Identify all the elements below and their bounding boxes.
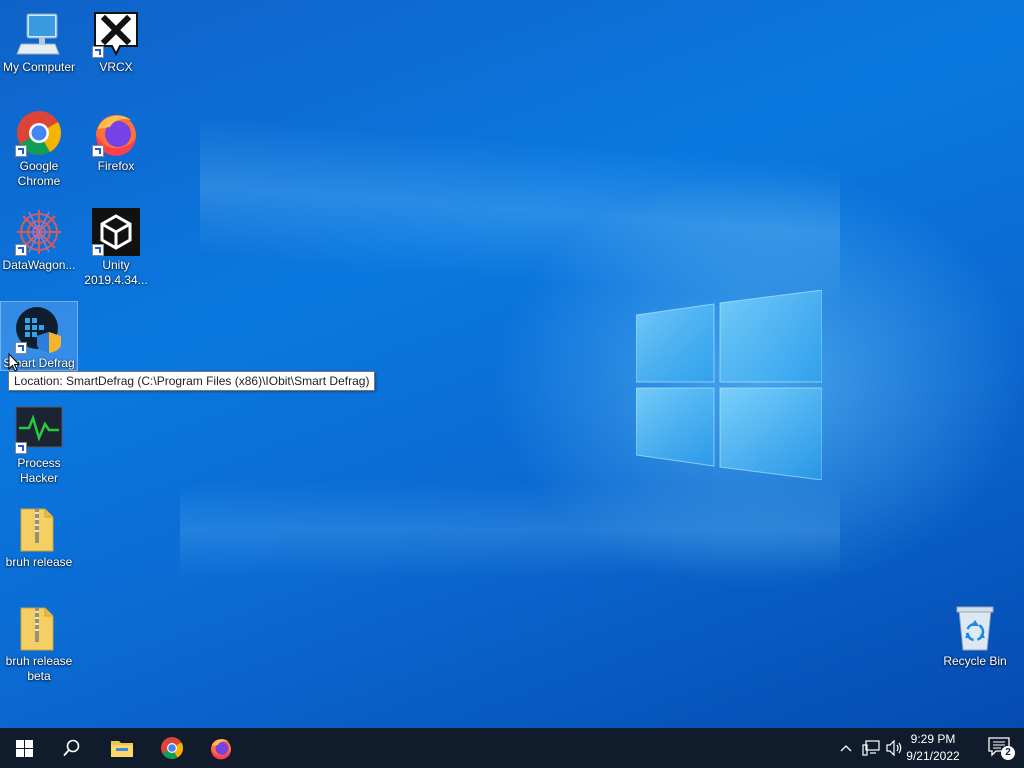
- process-hacker-icon: [15, 406, 63, 454]
- search-icon: [63, 739, 80, 757]
- clock-time: 9:29 PM: [910, 732, 956, 746]
- mouse-cursor-icon: [8, 353, 20, 372]
- desktop-icon-firefox[interactable]: Firefox: [78, 105, 154, 174]
- location-tooltip: Location: SmartDefrag (C:\Program Files …: [8, 371, 376, 391]
- zip-folder-icon: [15, 604, 63, 652]
- icon-label: Firefox: [97, 159, 135, 173]
- desktop-icon-datawagon[interactable]: DataWagon...: [1, 204, 77, 273]
- icon-label: My Computer: [2, 60, 76, 74]
- taskbar-chrome[interactable]: [149, 728, 195, 768]
- icon-label: bruh release beta: [5, 654, 73, 683]
- desktop-icon-vrcx[interactable]: VRCX: [78, 6, 154, 75]
- taskbar: 9:29 PM 9/21/2022 2: [0, 728, 1024, 768]
- desktop-icon-my-computer[interactable]: My Computer: [1, 6, 77, 75]
- taskbar-firefox[interactable]: [198, 728, 244, 768]
- desktop-icon-unity[interactable]: Unity 2019.4.34...: [78, 204, 154, 288]
- firefox-icon: [92, 109, 140, 157]
- clock[interactable]: 9:29 PM 9/21/2022: [898, 731, 968, 765]
- icon-label: Unity 2019.4.34...: [84, 258, 148, 287]
- network-button[interactable]: [860, 738, 882, 758]
- chrome-icon: [15, 109, 63, 157]
- network-icon: [862, 740, 880, 756]
- shortcut-arrow-icon: [92, 46, 104, 58]
- notification-count-badge: 2: [1001, 746, 1015, 760]
- action-center-button[interactable]: 2: [984, 734, 1018, 762]
- icon-label: VRCX: [99, 60, 133, 74]
- desktop-icon-bruh-release[interactable]: bruh release: [1, 501, 77, 570]
- unity-icon: [92, 208, 140, 256]
- recycle-bin-icon: [951, 604, 999, 652]
- icon-label: DataWagon...: [2, 258, 76, 272]
- firefox-icon: [210, 739, 231, 760]
- clock-date: 9/21/2022: [906, 749, 960, 763]
- windows-logo-wallpaper: [636, 290, 822, 480]
- shortcut-arrow-icon: [15, 442, 27, 454]
- shortcut-arrow-icon: [92, 244, 104, 256]
- desktop-icon-recycle-bin[interactable]: Recycle Bin: [937, 600, 1013, 669]
- desktop-icon-google-chrome[interactable]: Google Chrome: [1, 105, 77, 189]
- icon-label: Process Hacker: [17, 456, 61, 485]
- taskbar-file-explorer[interactable]: [99, 728, 145, 768]
- shortcut-arrow-icon: [92, 145, 104, 157]
- chrome-icon: [161, 737, 183, 759]
- zip-folder-icon: [15, 505, 63, 553]
- computer-icon: [15, 10, 63, 58]
- chevron-up-icon: [840, 745, 852, 752]
- vrcx-icon: [92, 10, 140, 58]
- file-explorer-icon: [111, 741, 133, 757]
- desktop-icon-process-hacker[interactable]: Process Hacker: [1, 402, 77, 486]
- shortcut-arrow-icon: [15, 244, 27, 256]
- icon-label: Recycle Bin: [943, 654, 1007, 668]
- start-button[interactable]: [1, 728, 47, 768]
- show-hidden-icons-button[interactable]: [838, 738, 854, 758]
- search-button[interactable]: [49, 728, 95, 768]
- shortcut-arrow-icon: [15, 145, 27, 157]
- icon-label: Google Chrome: [17, 159, 61, 188]
- datawagon-icon: [15, 208, 63, 256]
- windows-start-icon: [15, 739, 33, 757]
- icon-label: bruh release: [5, 555, 73, 569]
- desktop-icon-bruh-release-beta[interactable]: bruh release beta: [1, 600, 77, 684]
- smart-defrag-icon: [15, 306, 63, 354]
